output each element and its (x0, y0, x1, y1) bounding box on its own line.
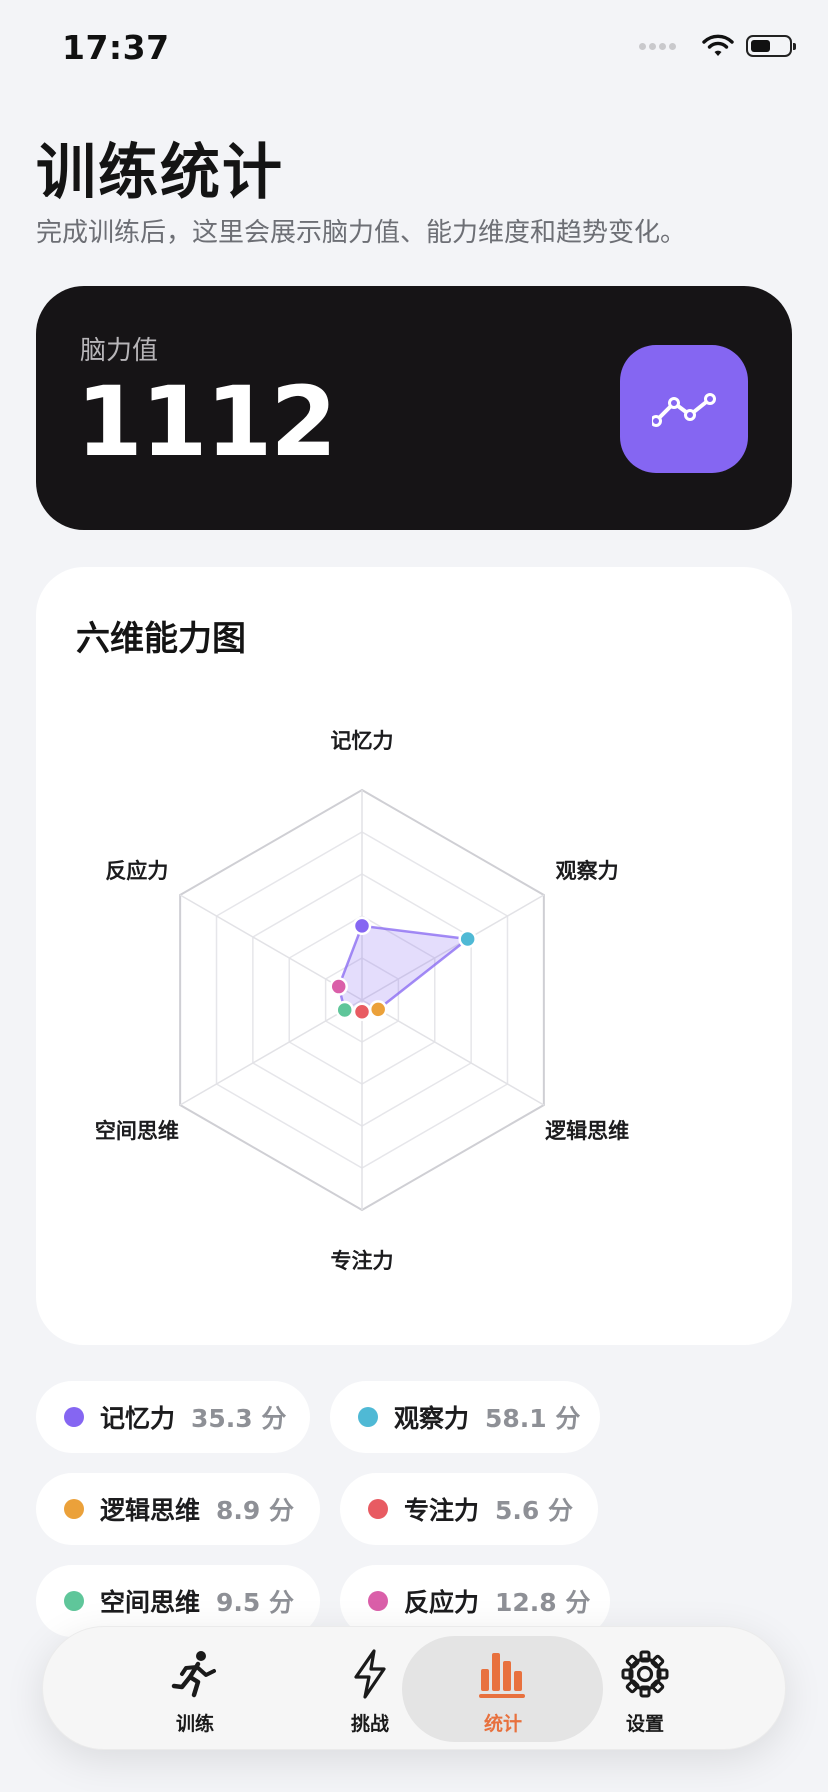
legend-dot (368, 1499, 388, 1519)
trend-button[interactable] (620, 345, 748, 473)
legend-dot (368, 1591, 388, 1611)
gear-icon (621, 1650, 669, 1698)
legend-name: 逻辑思维 (100, 1496, 201, 1525)
radar-axis-label: 反应力 (105, 859, 168, 883)
legend-dot (64, 1591, 84, 1611)
legend-chip-logic: 逻辑思维 8.9 分 (36, 1473, 320, 1545)
legend-score: 8.9 分 (216, 1496, 295, 1525)
legend-score: 5.6 分 (495, 1496, 574, 1525)
radar-data-point (335, 1000, 354, 1020)
radar-axis-label: 逻辑思维 (545, 1119, 629, 1143)
legend-score: 9.5 分 (216, 1588, 295, 1617)
radar-axis-label: 记忆力 (331, 729, 394, 753)
legend-score: 35.3 分 (191, 1404, 287, 1433)
radar-data-point (352, 916, 372, 936)
radar-data-point (368, 1000, 388, 1019)
brain-score-value: 1112 (76, 366, 337, 478)
legend-name: 专注力 (404, 1496, 480, 1525)
tab-label: 设置 (625, 1713, 664, 1735)
brain-score-label: 脑力值 (80, 336, 159, 366)
status-time: 17:37 (62, 28, 170, 67)
legend-score: 12.8 分 (495, 1588, 591, 1617)
tab-settings[interactable]: 设置 (560, 1627, 730, 1751)
lightning-bolt-icon (354, 1649, 386, 1699)
radar-spoke (179, 999, 363, 1106)
legend-name: 观察力 (394, 1404, 470, 1433)
page-title: 训练统计 (36, 138, 284, 208)
legend-score: 58.1 分 (485, 1404, 581, 1433)
status-bar: 17:37 (0, 0, 828, 100)
radar-axis-label: 观察力 (556, 859, 619, 883)
tab-bar: 训练 挑战 统计 设置 (42, 1626, 786, 1750)
radar-data-point (458, 929, 477, 949)
tab-training[interactable]: 训练 (110, 1627, 280, 1751)
radar-chart: 记忆力观察力逻辑思维专注力 空间思维 反应力 (95, 729, 629, 1273)
brain-score-card: 脑力值 1112 (36, 286, 792, 530)
running-person-icon (171, 1651, 216, 1698)
legend-chip-observation: 观察力 58.1 分 (330, 1381, 600, 1453)
wifi-icon (702, 34, 734, 56)
status-icons (639, 34, 796, 58)
radar-axis-label: 专注力 (331, 1249, 394, 1273)
radar-data-point (352, 1002, 372, 1022)
cellular-signal-icon (639, 42, 676, 50)
battery-level (751, 40, 771, 52)
page-subtitle: 完成训练后，这里会展示脑力值、能力维度和趋势变化。 (36, 218, 687, 248)
radar-data-point (329, 977, 348, 996)
bar-chart-icon (479, 1653, 525, 1698)
legend-dot (64, 1407, 84, 1427)
radar-axis-label: 空间思维 (95, 1119, 179, 1143)
legend-name: 反应力 (404, 1588, 480, 1617)
radar-data-area (337, 924, 469, 1014)
tab-label: 训练 (175, 1713, 214, 1735)
legend-chip-focus: 专注力 5.6 分 (340, 1473, 598, 1545)
battery-icon (746, 35, 796, 57)
trend-line-icon (652, 393, 716, 427)
legend-dot (358, 1407, 378, 1427)
legend-name: 空间思维 (100, 1588, 201, 1617)
legend-name: 记忆力 (100, 1404, 176, 1433)
radar-chart-card: 六维能力图 记忆力 观察力 逻辑思维 专注力 空间思维 反应力 (36, 567, 792, 1345)
radar-spoke (361, 999, 545, 1106)
legend-dot (64, 1499, 84, 1519)
legend-chip-memory: 记忆力 35.3 分 (36, 1381, 310, 1453)
